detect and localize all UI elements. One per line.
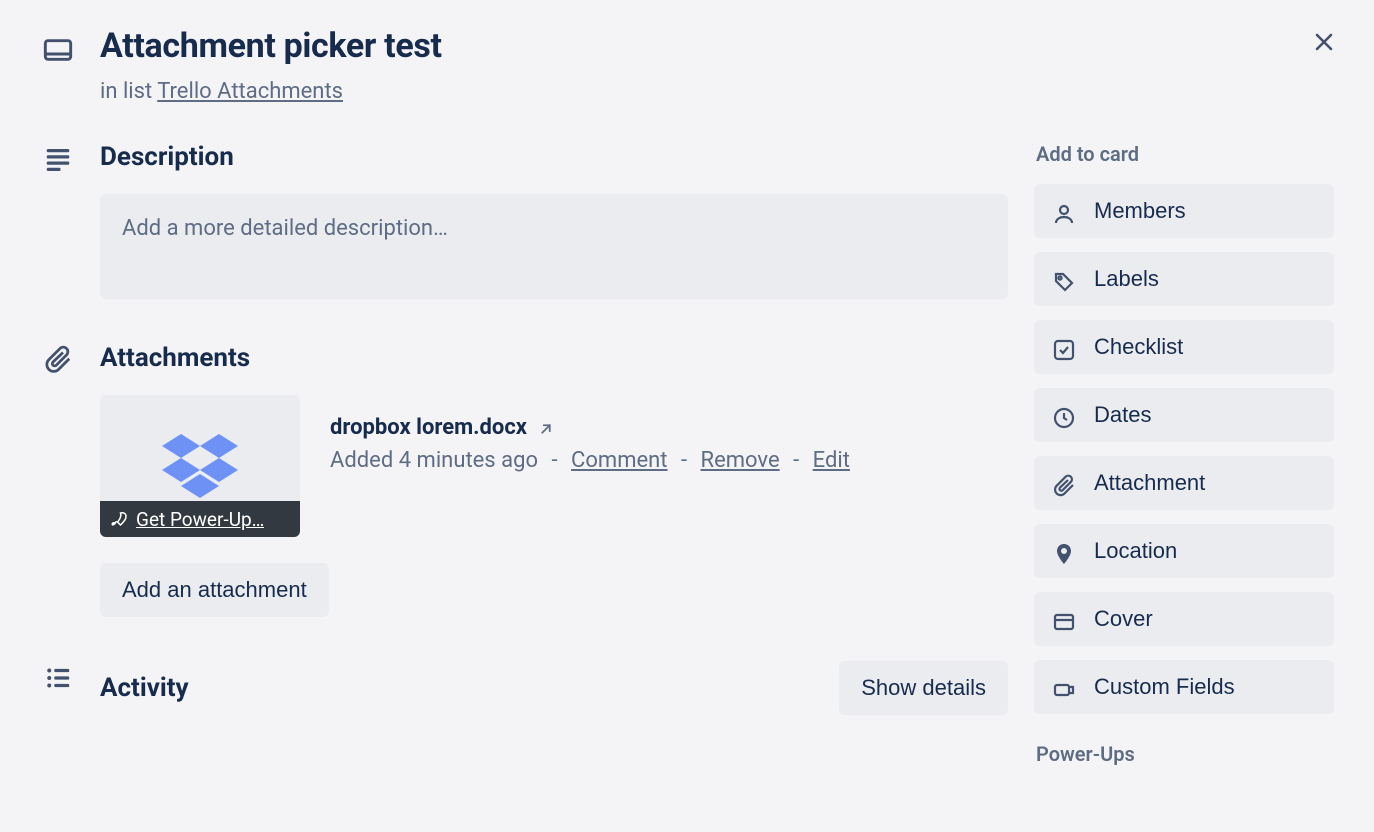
description-icon [43,144,73,174]
sidebar-btn-attachment[interactable]: Attachment [1034,456,1334,510]
attachment-thumbnail[interactable]: Get Power-Up… [100,395,300,537]
attachment-remove-link[interactable]: Remove [701,448,780,473]
show-details-button[interactable]: Show details [839,661,1008,715]
sidebar-label: Attachment [1094,470,1205,496]
attachment-comment-link[interactable]: Comment [571,448,667,473]
sidebar-label: Members [1094,198,1186,224]
checklist-icon [1052,338,1076,362]
activity-icon [43,663,73,693]
members-icon [1052,202,1076,226]
dropbox-icon [162,434,238,498]
cover-icon [1052,610,1076,634]
sidebar-btn-dates[interactable]: Dates [1034,388,1334,442]
attachments-section: Attachments [40,343,1008,617]
sidebar-btn-cover[interactable]: Cover [1034,592,1334,646]
description-input[interactable]: Add a more detailed description… [100,194,1008,299]
card-icon [42,34,74,66]
sidebar-label: Cover [1094,606,1153,632]
card-detail-modal: Attachment picker test in list Trello At… [0,0,1374,832]
attachment-added-time: 4 minutes ago [399,448,538,473]
add-to-card-heading: Add to card [1036,142,1334,166]
card-header: Attachment picker test in list Trello At… [40,28,1334,104]
sidebar-label: Dates [1094,402,1151,428]
close-button[interactable] [1304,22,1344,62]
add-attachment-button[interactable]: Add an attachment [100,563,329,617]
attachments-heading: Attachments [100,343,1008,373]
attachment-filename-text: dropbox lorem.docx [330,415,527,440]
attachment-edit-link[interactable]: Edit [813,448,850,473]
list-prefix: in list [100,79,157,104]
attachment-added-prefix: Added [330,448,399,473]
get-powerup-button[interactable]: Get Power-Up… [100,501,300,537]
sidebar-label: Location [1094,538,1177,564]
labels-icon [1052,270,1076,294]
card-sidebar: Add to card Members Labels Checklist Dat… [1034,142,1334,826]
external-link-icon [537,415,555,440]
sidebar-btn-members[interactable]: Members [1034,184,1334,238]
powerups-heading: Power-Ups [1036,742,1334,766]
card-list-line: in list Trello Attachments [100,79,1334,104]
custom-fields-icon [1052,678,1076,702]
attachment-icon [1052,474,1076,498]
attachment-filename[interactable]: dropbox lorem.docx [330,415,555,440]
activity-heading: Activity [100,673,189,703]
sidebar-btn-location[interactable]: Location [1034,524,1334,578]
sidebar-btn-checklist[interactable]: Checklist [1034,320,1334,374]
card-title[interactable]: Attachment picker test [100,28,1334,65]
description-section: Description Add a more detailed descript… [40,142,1008,299]
description-heading: Description [100,142,1008,172]
attachment-item[interactable]: Get Power-Up… dropbox lorem.docx [100,395,1008,537]
close-icon [1312,30,1336,54]
sidebar-btn-custom-fields[interactable]: Custom Fields [1034,660,1334,714]
list-link[interactable]: Trello Attachments [157,79,343,104]
sidebar-label: Custom Fields [1094,674,1235,700]
sidebar-label: Checklist [1094,334,1183,360]
location-icon [1052,542,1076,566]
sidebar-label: Labels [1094,266,1159,292]
attachment-meta: dropbox lorem.docx Added 4 minutes ago -… [330,395,1008,473]
rocket-icon [110,510,128,528]
dates-icon [1052,406,1076,430]
activity-section: Activity Show details [40,661,1008,715]
attachment-icon [43,345,73,375]
sidebar-btn-labels[interactable]: Labels [1034,252,1334,306]
get-powerup-label: Get Power-Up… [136,508,264,531]
